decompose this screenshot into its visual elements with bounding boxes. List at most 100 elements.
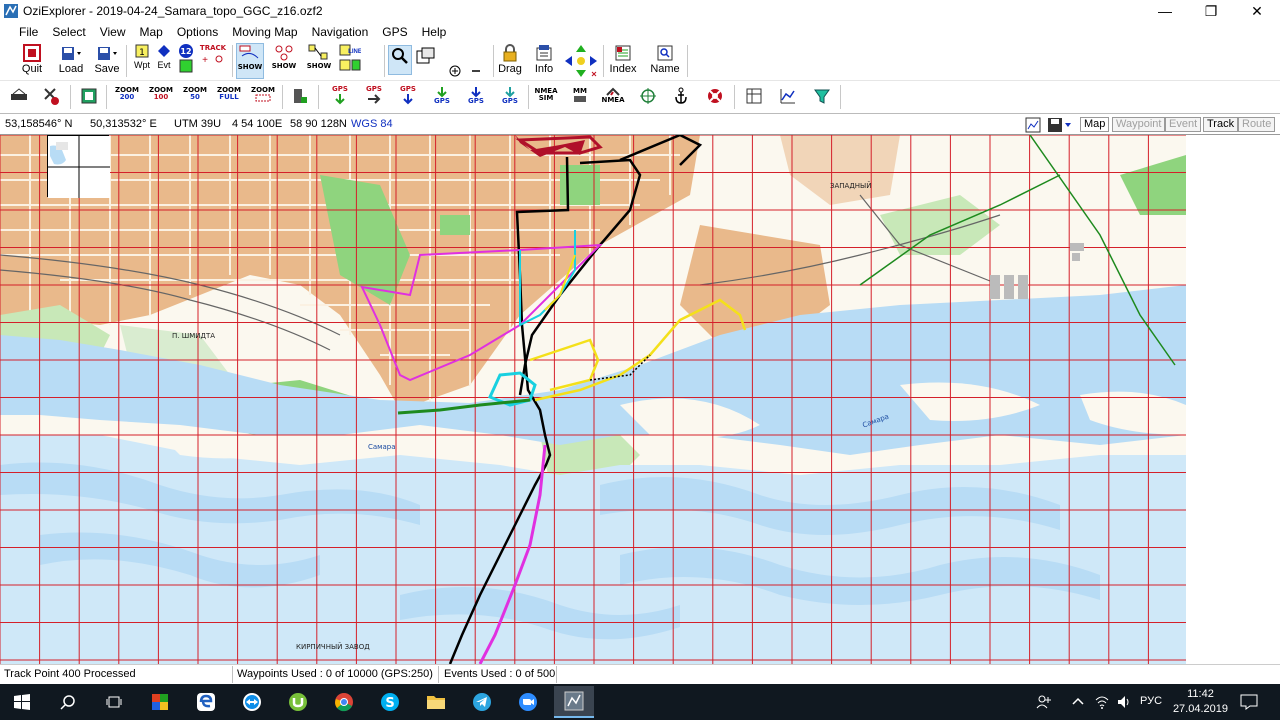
gps-send-wpt-button[interactable]: GPS [430, 86, 454, 105]
menu-gps[interactable]: GPS [375, 25, 414, 39]
track-number-button[interactable]: 12 [177, 43, 195, 73]
show-routes-button[interactable]: SHOW [305, 43, 333, 70]
map-canvas[interactable]: ЗАПАДНЫЙ П. ШМИДТА КИРПИЧНЫЙ ЗАВОД Самар… [0, 135, 1186, 664]
drag-button[interactable]: Drag [497, 44, 523, 75]
search-button[interactable] [48, 686, 88, 718]
show-waypoints-icon [239, 45, 259, 59]
close-button[interactable]: ✕ [1234, 0, 1280, 22]
save-map-icon[interactable] [1047, 117, 1073, 133]
navigate-arrows-button[interactable] [562, 43, 600, 79]
minimize-button[interactable]: — [1142, 0, 1188, 22]
gps-tracks-button[interactable]: GPS [396, 86, 420, 105]
tab-waypoint[interactable]: Waypoint [1112, 117, 1166, 132]
nmea-button[interactable]: NMEA [601, 87, 625, 104]
notifications-icon[interactable] [1240, 693, 1258, 711]
zoom-200-button[interactable]: ZOOM 200 [113, 87, 141, 101]
elevation-profile-button[interactable] [777, 87, 799, 105]
drag-label: Drag [498, 63, 522, 75]
taskbar-app-oziexplorer[interactable] [554, 686, 594, 718]
map-window-button[interactable] [415, 47, 437, 65]
clock[interactable]: 11:42 27.04.2019 [1173, 687, 1228, 717]
tracking-button[interactable] [811, 87, 833, 105]
tab-track[interactable]: Track [1203, 117, 1239, 132]
save-button[interactable]: Save [92, 44, 122, 75]
menu-file[interactable]: File [12, 25, 45, 39]
svg-text:1: 1 [139, 48, 145, 58]
gps-send-track-button[interactable]: GPS [498, 86, 522, 105]
load-button[interactable]: Load [56, 44, 86, 75]
tab-route[interactable]: Route [1238, 117, 1276, 132]
chevron-up-icon[interactable] [1072, 696, 1084, 708]
quit-button[interactable]: Quit [18, 44, 46, 75]
start-button[interactable] [2, 686, 42, 718]
taskbar-app-telegram[interactable] [462, 686, 502, 718]
utm-zone-readout: UTM 39U [174, 118, 222, 130]
lock-icon [503, 44, 517, 62]
show-events-button[interactable]: SHOW [270, 43, 298, 70]
menu-options[interactable]: Options [170, 25, 225, 39]
track-button[interactable]: TRACK + [199, 45, 227, 67]
tab-map[interactable]: Map [1080, 117, 1110, 132]
waypoint-icon: 1 [135, 44, 149, 58]
overview-map[interactable] [47, 135, 110, 198]
magnifier-button[interactable] [388, 45, 412, 75]
taskbar-app-chrome[interactable] [324, 686, 364, 718]
index-button[interactable]: Index [608, 44, 638, 75]
load-icon [62, 47, 81, 60]
task-view-button[interactable] [94, 686, 134, 718]
menu-navigation[interactable]: Navigation [305, 25, 376, 39]
map-overview-button[interactable] [79, 87, 99, 105]
crosshair-button[interactable] [637, 87, 659, 105]
taskbar-app-zoom[interactable] [508, 686, 548, 718]
window-title: OziExplorer - 2019-04-24_Samara_topo_GGC… [23, 4, 323, 18]
language-indicator[interactable]: РУС [1140, 695, 1162, 707]
volume-icon[interactable] [1116, 694, 1132, 710]
maximize-button[interactable]: ❐ [1188, 0, 1234, 22]
menu-bar: File Select View Map Options Moving Map … [0, 22, 1280, 41]
zoom-custom-button[interactable]: ZOOM [249, 87, 277, 102]
moving-map-button[interactable]: MM [568, 88, 592, 103]
taskbar-app-explorer[interactable] [416, 686, 456, 718]
profile-chart-icon [780, 89, 795, 104]
zoom-out-button[interactable] [469, 65, 483, 77]
zoom-in-button[interactable] [448, 65, 462, 77]
gps-receiver-button[interactable] [8, 86, 30, 106]
name-search-button[interactable]: Name [648, 44, 682, 75]
taskbar-app-edge-blue[interactable] [186, 686, 226, 718]
menu-moving-map[interactable]: Moving Map [225, 25, 304, 39]
people-icon[interactable] [1036, 694, 1052, 710]
anchor-button[interactable] [670, 87, 692, 105]
waypoint-button[interactable]: 1 Wpt [131, 44, 153, 71]
gps-label-4: GPS [434, 97, 450, 105]
menu-select[interactable]: Select [45, 25, 92, 39]
gps-waypoints-button[interactable]: GPS [328, 86, 352, 105]
menu-view[interactable]: View [93, 25, 133, 39]
zoom-100-button[interactable]: ZOOM 100 [147, 87, 175, 101]
man-overboard-button[interactable] [704, 87, 726, 105]
wifi-icon[interactable] [1094, 694, 1110, 710]
show-waypoints-button[interactable]: SHOW [236, 43, 264, 79]
nmea-sim-button[interactable]: NMEA SIM [534, 88, 558, 102]
zoom-full-button[interactable]: ZOOM FULL [215, 87, 243, 101]
gps-label-1: GPS [332, 85, 348, 93]
event-button[interactable]: Evt [154, 44, 174, 71]
magnifier-icon [392, 48, 408, 64]
map-image-icon[interactable] [1025, 117, 1041, 133]
info-button[interactable]: Info [531, 44, 557, 75]
gps-send-route-button[interactable]: GPS [464, 86, 488, 105]
gps-connect-button[interactable] [290, 87, 310, 107]
taskbar-app-skype[interactable]: S [370, 686, 410, 718]
menu-map[interactable]: Map [133, 25, 170, 39]
menu-help[interactable]: Help [415, 25, 454, 39]
gps-settings-button[interactable] [40, 85, 62, 107]
zoom-50-button[interactable]: ZOOM 50 [181, 87, 209, 101]
map-overview-icon [81, 88, 97, 104]
svg-text:S: S [385, 696, 394, 711]
track-line-button[interactable]: LINE [337, 43, 363, 73]
tab-event[interactable]: Event [1165, 117, 1202, 132]
gps-routes-button[interactable]: GPS [362, 86, 386, 105]
map-grid-button[interactable] [743, 87, 765, 105]
taskbar-app-teamviewer[interactable] [232, 686, 272, 718]
taskbar-app-cube[interactable] [140, 686, 180, 718]
taskbar-app-utorrent[interactable] [278, 686, 318, 718]
